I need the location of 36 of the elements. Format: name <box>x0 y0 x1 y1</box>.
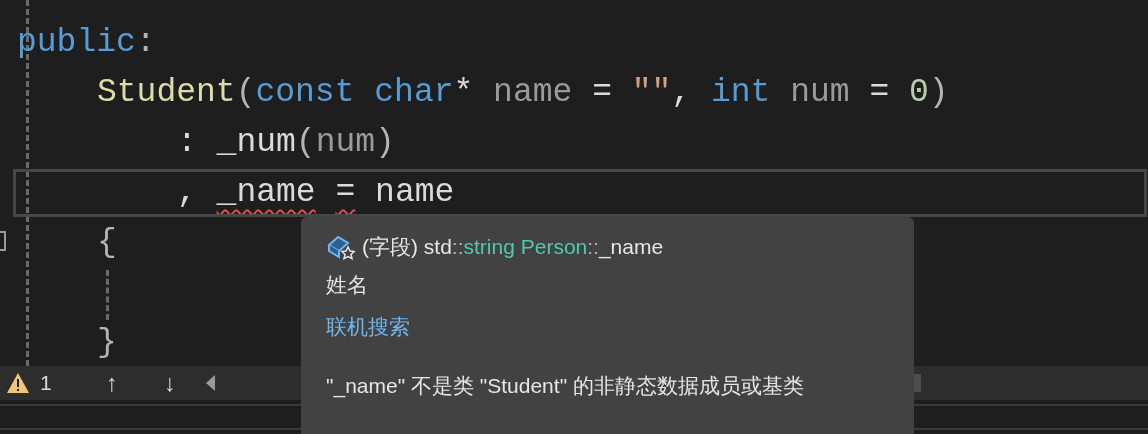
code-token: name <box>493 74 573 111</box>
code-token: name <box>375 174 455 211</box>
up-arrow-button[interactable]: ↑ <box>106 369 164 397</box>
code-token: ( <box>235 74 256 111</box>
code-token: ) <box>928 74 949 111</box>
online-search-link[interactable]: 联机搜索 <box>326 306 410 348</box>
field-signature: (字段) std::string Person::_name <box>362 234 664 261</box>
warning-count: 1 <box>40 371 52 395</box>
error-token: = <box>335 174 356 211</box>
code-token: = <box>869 74 891 111</box>
code-token: num <box>315 124 376 161</box>
code-token: "" <box>631 74 672 111</box>
code-token: , <box>671 74 693 111</box>
code-token: const <box>255 74 355 111</box>
code-token: char <box>374 74 454 111</box>
error-token: _name <box>216 174 316 211</box>
code-token: 0 <box>909 74 929 111</box>
code-token: } <box>97 324 117 361</box>
scroll-left-icon[interactable] <box>206 375 215 391</box>
error-message: "_name" 不是类 "Student" 的非静态数据成员或基类 <box>326 373 804 400</box>
code-token: public <box>17 24 136 61</box>
code-token: : _num <box>177 124 296 161</box>
code-token: , <box>177 174 198 211</box>
down-arrow-button[interactable]: ↓ <box>164 369 222 397</box>
code-token: : <box>135 24 156 61</box>
code-token: int <box>710 74 771 111</box>
warning-icon[interactable] <box>6 372 30 394</box>
code-token: ) <box>375 124 395 161</box>
field-description: 姓名 <box>326 272 368 298</box>
code-token: num <box>790 74 850 111</box>
code-token: { <box>97 224 117 261</box>
code-token: ( <box>295 124 316 161</box>
field-icon <box>326 233 356 261</box>
code-token: = <box>592 74 613 111</box>
code-token: * <box>453 74 475 111</box>
code-token: Student <box>97 74 236 111</box>
